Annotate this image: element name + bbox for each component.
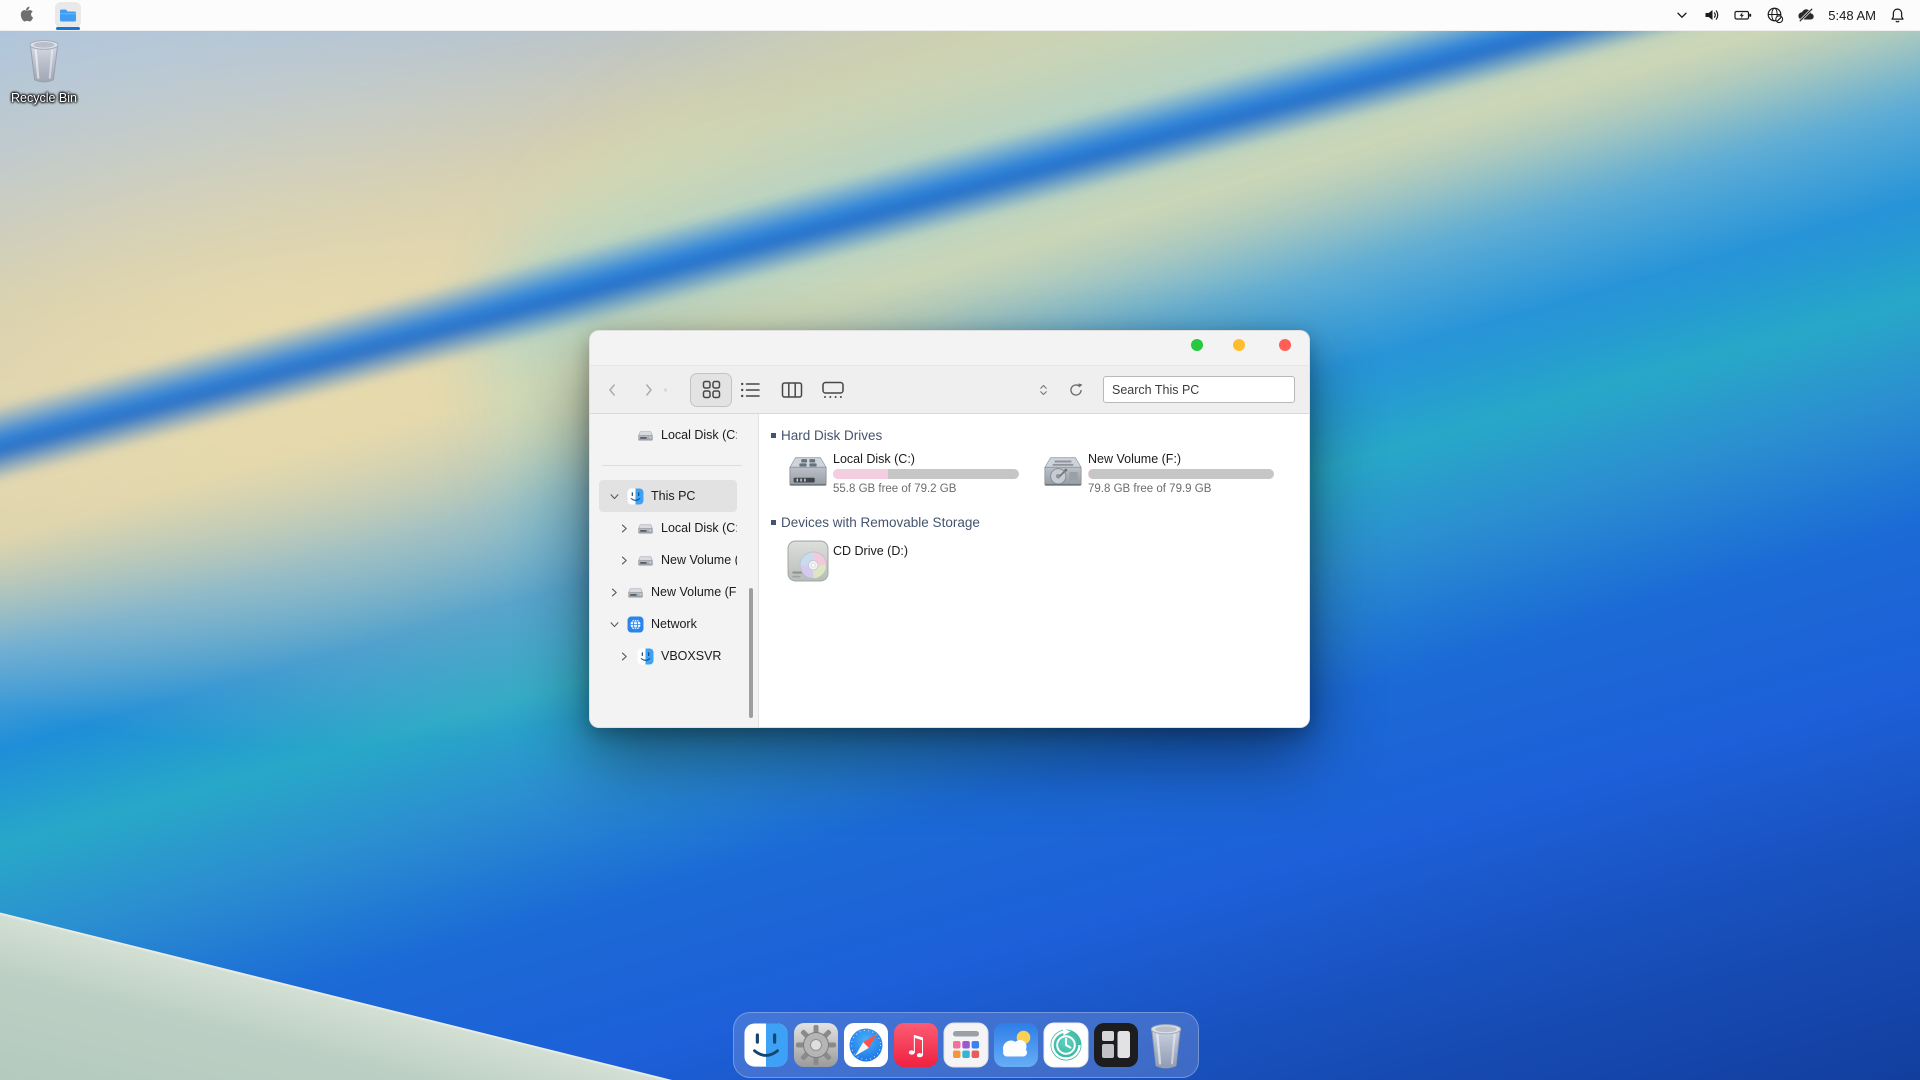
apple-menu[interactable] [18, 6, 33, 25]
network-globe-icon[interactable] [1766, 6, 1784, 24]
finder-icon [743, 1022, 789, 1068]
sidebar-scrollbar[interactable] [749, 588, 753, 718]
chevron-right-icon[interactable] [617, 555, 631, 566]
refresh-button[interactable] [1066, 382, 1086, 398]
hard-drive-platter-icon [1042, 452, 1084, 492]
drive-tile-cd-drive-d[interactable]: CD Drive (D:) [787, 540, 908, 582]
sidebar-separator [602, 465, 742, 466]
cloud-offline-icon[interactable] [1797, 6, 1815, 24]
system-tray: 5:48 AM [1674, 6, 1906, 24]
dock-item-trash[interactable] [1143, 1022, 1189, 1068]
disk-usage-fill [1088, 469, 1089, 479]
trash-icon [1146, 1020, 1186, 1070]
gear-icon [793, 1022, 839, 1068]
grid-view-button[interactable] [690, 372, 732, 407]
chevron-down-icon[interactable] [607, 619, 621, 630]
battery-icon[interactable] [1734, 6, 1753, 24]
close-traffic-light-red[interactable] [1279, 339, 1291, 351]
sidebar-item-new-volume-f[interactable]: New Volume (F:) [599, 576, 737, 608]
column-view-button[interactable] [780, 380, 804, 399]
time-machine-clock-icon [1043, 1022, 1089, 1068]
drive-tile-new-volume-f[interactable]: New Volume (F:) 79.8 GB free of 79.9 GB [1042, 452, 1274, 495]
gallery-view-button[interactable] [820, 380, 846, 399]
toolbar-separator-dot [662, 387, 668, 392]
disk-usage-fill [833, 469, 888, 479]
music-note-icon [893, 1022, 939, 1068]
volume-icon[interactable] [1703, 6, 1721, 24]
finder-face-icon [627, 488, 644, 505]
stepper-sort-button[interactable] [1036, 383, 1050, 396]
cd-drive-icon [787, 540, 829, 582]
hard-drive-icon [637, 520, 654, 537]
group-bullet-icon [771, 433, 776, 438]
sidebar-item-new-volume-f-child[interactable]: New Volume (F: [599, 544, 737, 576]
tiles-icon [1093, 1022, 1139, 1068]
sidebar-item-local-disk-c-top[interactable]: Local Disk (C:) [599, 419, 737, 451]
hard-drive-icon [627, 584, 644, 601]
dock-item-weather[interactable] [993, 1022, 1039, 1068]
window-toolbar [590, 366, 1309, 414]
dock [733, 1012, 1199, 1078]
list-view-button[interactable] [738, 380, 762, 399]
disk-usage-bar [833, 469, 1019, 479]
clock-time[interactable]: 5:48 AM [1828, 8, 1876, 23]
apple-logo-icon [18, 6, 33, 25]
disk-usage-bar [1088, 469, 1274, 479]
sidebar-item-local-disk-c[interactable]: Local Disk (C:) [599, 512, 737, 544]
hard-drive-windows-icon [787, 452, 829, 492]
dock-item-system-settings[interactable] [793, 1022, 839, 1068]
active-app-file-explorer[interactable] [55, 2, 81, 30]
back-button[interactable] [604, 382, 620, 397]
group-header-removable-storage[interactable]: Devices with Removable Storage [771, 515, 980, 530]
drives-content-pane: Hard Disk Drives Local Disk (C:) 55.8 GB… [759, 414, 1309, 727]
group-header-hard-disk-drives[interactable]: Hard Disk Drives [771, 428, 882, 443]
group-bullet-icon [771, 520, 776, 525]
folder-icon [58, 5, 78, 25]
network-globe-icon [627, 616, 644, 633]
dock-item-launchpad[interactable] [943, 1022, 989, 1068]
notifications-bell-icon[interactable] [1889, 7, 1906, 24]
chevron-right-icon[interactable] [617, 523, 631, 534]
recycle-bin-label: Recycle Bin [11, 91, 77, 105]
dock-item-time-machine[interactable] [1043, 1022, 1089, 1068]
hidden-icons-chevron[interactable] [1674, 7, 1690, 23]
search-input[interactable] [1103, 376, 1295, 403]
menu-bar: 5:48 AM [0, 0, 1920, 31]
drive-tile-local-disk-c[interactable]: Local Disk (C:) 55.8 GB free of 79.2 GB [787, 452, 1019, 495]
dock-item-finder[interactable] [743, 1022, 789, 1068]
sidebar-item-vboxsvr[interactable]: VBOXSVR [599, 640, 737, 672]
weather-cloud-sun-icon [993, 1022, 1039, 1068]
restore-traffic-light-yellow[interactable] [1233, 339, 1245, 351]
window-titlebar[interactable] [590, 331, 1309, 366]
chevron-down-icon[interactable] [607, 491, 621, 502]
active-app-indicator [56, 27, 80, 30]
sidebar-item-this-pc[interactable]: This PC [599, 480, 737, 512]
launchpad-grid-icon [943, 1022, 989, 1068]
recycle-bin-desktop-icon[interactable]: Recycle Bin [10, 36, 78, 105]
chevron-right-icon[interactable] [607, 587, 621, 598]
dock-item-mission-control[interactable] [1093, 1022, 1139, 1068]
recycle-bin-icon [24, 36, 64, 84]
minimize-traffic-light-green[interactable] [1191, 339, 1203, 351]
hard-drive-icon [637, 552, 654, 569]
dock-item-music[interactable] [893, 1022, 939, 1068]
chevron-right-icon[interactable] [617, 651, 631, 662]
hard-drive-icon [637, 427, 654, 444]
finder-face-icon [637, 648, 654, 665]
forward-button[interactable] [640, 382, 656, 397]
navigation-sidebar: Local Disk (C:) This PC Local Disk (C:) [590, 414, 759, 727]
desktop-screen: Recycle Bin 5:48 AM Search This PC Local… [0, 0, 1920, 1080]
file-explorer-window: Local Disk (C:) This PC Local Disk (C:) [589, 330, 1310, 728]
safari-compass-icon [843, 1022, 889, 1068]
dock-item-safari[interactable] [843, 1022, 889, 1068]
sidebar-item-network[interactable]: Network [599, 608, 737, 640]
